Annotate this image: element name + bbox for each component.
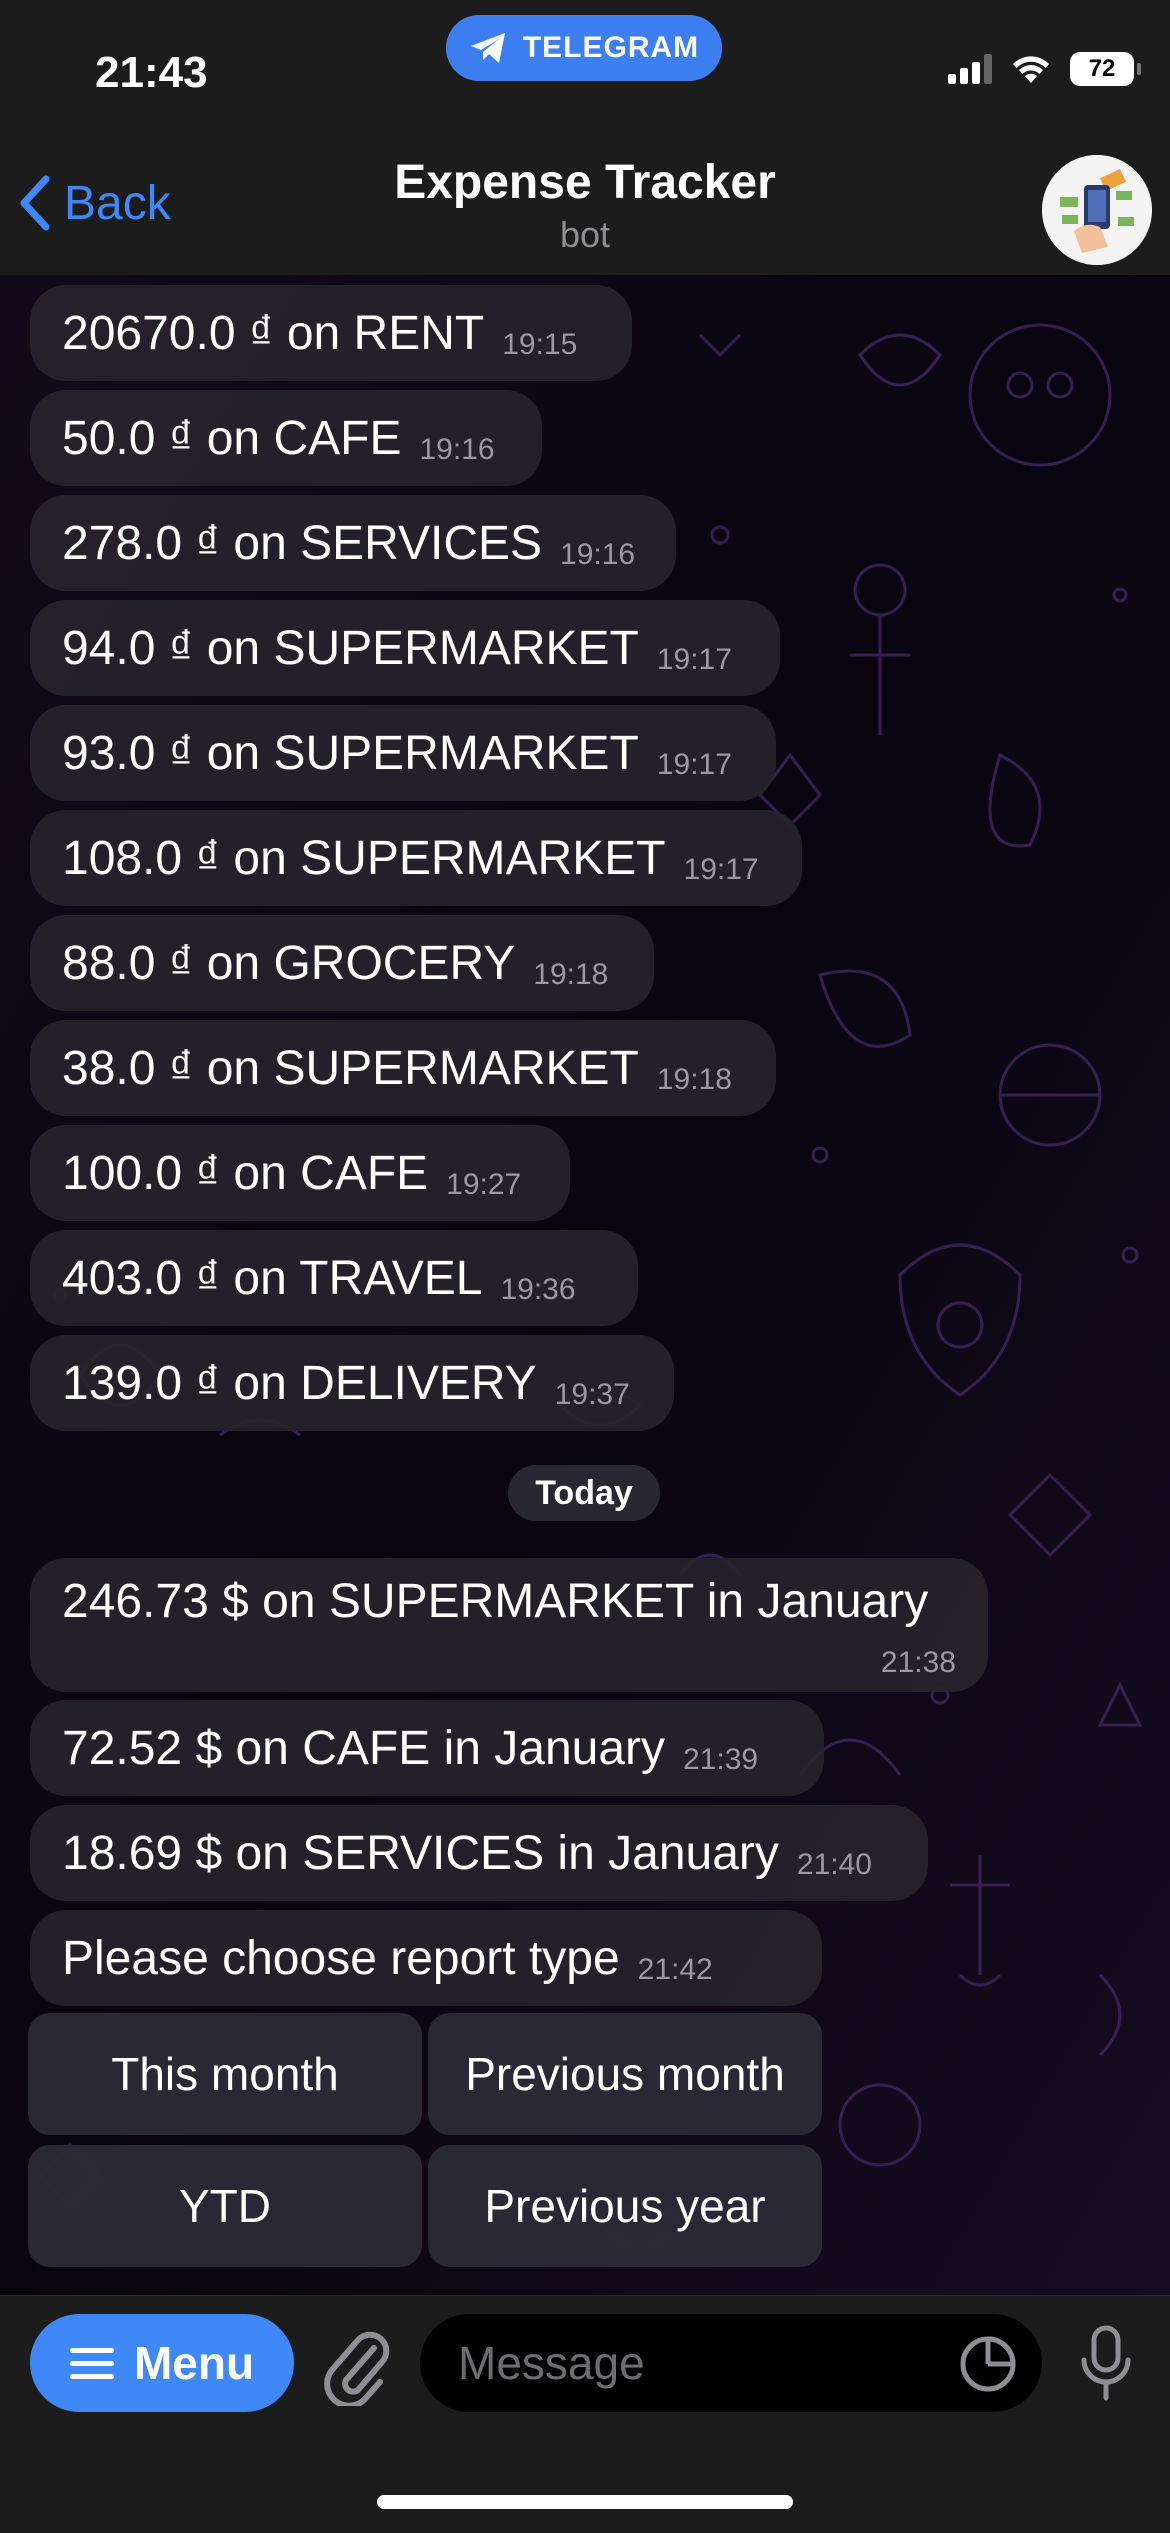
- microphone-icon[interactable]: [1076, 2324, 1136, 2404]
- message-time: 21:40: [796, 1848, 872, 1881]
- message-bubble[interactable]: 278.0 ₫ on SERVICES 19:16: [30, 495, 676, 591]
- message-bubble[interactable]: 38.0 ₫ on SUPERMARKET 19:18: [30, 1020, 776, 1116]
- message-bubble[interactable]: 50.0 ₫ on CAFE 19:16: [30, 390, 542, 486]
- message-bubble[interactable]: 246.73 $ on SUPERMARKET in January 21:38: [30, 1558, 988, 1692]
- message-bubble[interactable]: 20670.0 ₫ on RENT 19:15: [30, 285, 632, 381]
- message-text: 278.0 ₫ on SERVICES: [62, 516, 543, 570]
- message-time: 21:42: [637, 1953, 713, 1986]
- message-text: 72.52 $ on CAFE in January: [62, 1721, 666, 1775]
- message-time: 19:17: [656, 748, 732, 781]
- hamburger-icon: [69, 2340, 114, 2387]
- message-text: 403.0 ₫ on TRAVEL: [62, 1251, 483, 1305]
- menu-button[interactable]: Menu: [30, 2314, 294, 2412]
- message-bubble[interactable]: 94.0 ₫ on SUPERMARKET 19:17: [30, 600, 780, 696]
- report-previous-year-button[interactable]: Previous year: [428, 2145, 822, 2267]
- message-bubble[interactable]: 93.0 ₫ on SUPERMARKET 19:17: [30, 705, 776, 801]
- message-text: 88.0 ₫ on GROCERY: [62, 936, 516, 990]
- battery-icon: 72: [1070, 52, 1141, 86]
- sticker-icon[interactable]: [958, 2334, 1018, 2394]
- message-bubble[interactable]: 403.0 ₫ on TRAVEL 19:36: [30, 1230, 638, 1326]
- chat-area[interactable]: 20670.0 ₫ on RENT 19:15 50.0 ₫ on CAFE 1…: [0, 275, 1170, 2295]
- status-icons: 72: [948, 52, 1141, 86]
- message-text: 100.0 ₫ on CAFE: [62, 1146, 429, 1200]
- status-bar: 21:43 TELEGRAM 72: [0, 0, 1170, 140]
- wifi-icon: [1013, 56, 1049, 83]
- message-bubble[interactable]: 100.0 ₫ on CAFE 19:27: [30, 1125, 570, 1221]
- message-text: 20670.0 ₫ on RENT: [62, 306, 485, 360]
- report-previous-month-button[interactable]: Previous month: [428, 2013, 822, 2135]
- input-bar: Menu: [0, 2295, 1170, 2533]
- chat-subtitle: bot: [559, 214, 611, 255]
- message-text: 108.0 ₫ on SUPERMARKET: [62, 831, 666, 885]
- message-time: 19:17: [683, 853, 759, 886]
- message-time: 19:15: [502, 328, 578, 361]
- message-time: 19:36: [500, 1273, 576, 1306]
- message-bubble[interactable]: 88.0 ₫ on GROCERY 19:18: [30, 915, 654, 1011]
- message-bubble[interactable]: 72.52 $ on CAFE in January 21:39: [30, 1700, 824, 1796]
- report-ytd-button[interactable]: YTD: [28, 2145, 422, 2267]
- message-bubble[interactable]: 139.0 ₫ on DELIVERY 19:37: [30, 1335, 674, 1431]
- message-text: Please choose report type: [62, 1931, 620, 1985]
- chat-header: Back Expense Tracker bot: [0, 140, 1170, 276]
- message-time: 19:17: [656, 643, 732, 676]
- date-separator: Today: [508, 1465, 660, 1521]
- message-time: 21:38: [880, 1646, 956, 1679]
- message-text: 38.0 ₫ on SUPERMARKET: [62, 1041, 639, 1095]
- message-text: 139.0 ₫ on DELIVERY: [62, 1356, 537, 1410]
- message-bubble[interactable]: 108.0 ₫ on SUPERMARKET 19:17: [30, 810, 802, 906]
- message-text: 50.0 ₫ on CAFE: [62, 411, 402, 465]
- message-text: 246.73 $ on SUPERMARKET in January: [62, 1575, 929, 1628]
- message-time: 19:16: [560, 538, 636, 571]
- telegram-plane-icon: [470, 33, 505, 63]
- chat-title[interactable]: Expense Tracker: [0, 155, 1170, 210]
- message-text: 94.0 ₫ on SUPERMARKET: [62, 621, 639, 675]
- bot-avatar[interactable]: [1042, 155, 1152, 265]
- attach-paperclip-icon[interactable]: [322, 2326, 392, 2406]
- message-text: 93.0 ₫ on SUPERMARKET: [62, 726, 639, 780]
- message-time: 19:18: [533, 958, 609, 991]
- message-text: 18.69 $ on SERVICES in January: [62, 1826, 779, 1880]
- message-input[interactable]: [420, 2314, 1042, 2412]
- status-time: 21:43: [95, 48, 208, 97]
- message-time: 19:27: [446, 1168, 522, 1201]
- message-time: 19:37: [554, 1378, 630, 1411]
- message-time: 19:16: [419, 433, 495, 466]
- message-time: 21:39: [683, 1743, 759, 1776]
- report-this-month-button[interactable]: This month: [28, 2013, 422, 2135]
- home-indicator[interactable]: [377, 2495, 793, 2509]
- message-time: 19:18: [656, 1063, 732, 1096]
- menu-label: Menu: [133, 2337, 255, 2389]
- expense-tracker-logo-icon: [1042, 155, 1152, 265]
- telegram-label: TELEGRAM: [522, 31, 700, 64]
- message-bubble[interactable]: 18.69 $ on SERVICES in January 21:40: [30, 1805, 928, 1901]
- signal-icon: [948, 54, 992, 84]
- message-bubble[interactable]: Please choose report type 21:42: [30, 1910, 822, 2006]
- telegram-pill[interactable]: TELEGRAM: [446, 15, 722, 81]
